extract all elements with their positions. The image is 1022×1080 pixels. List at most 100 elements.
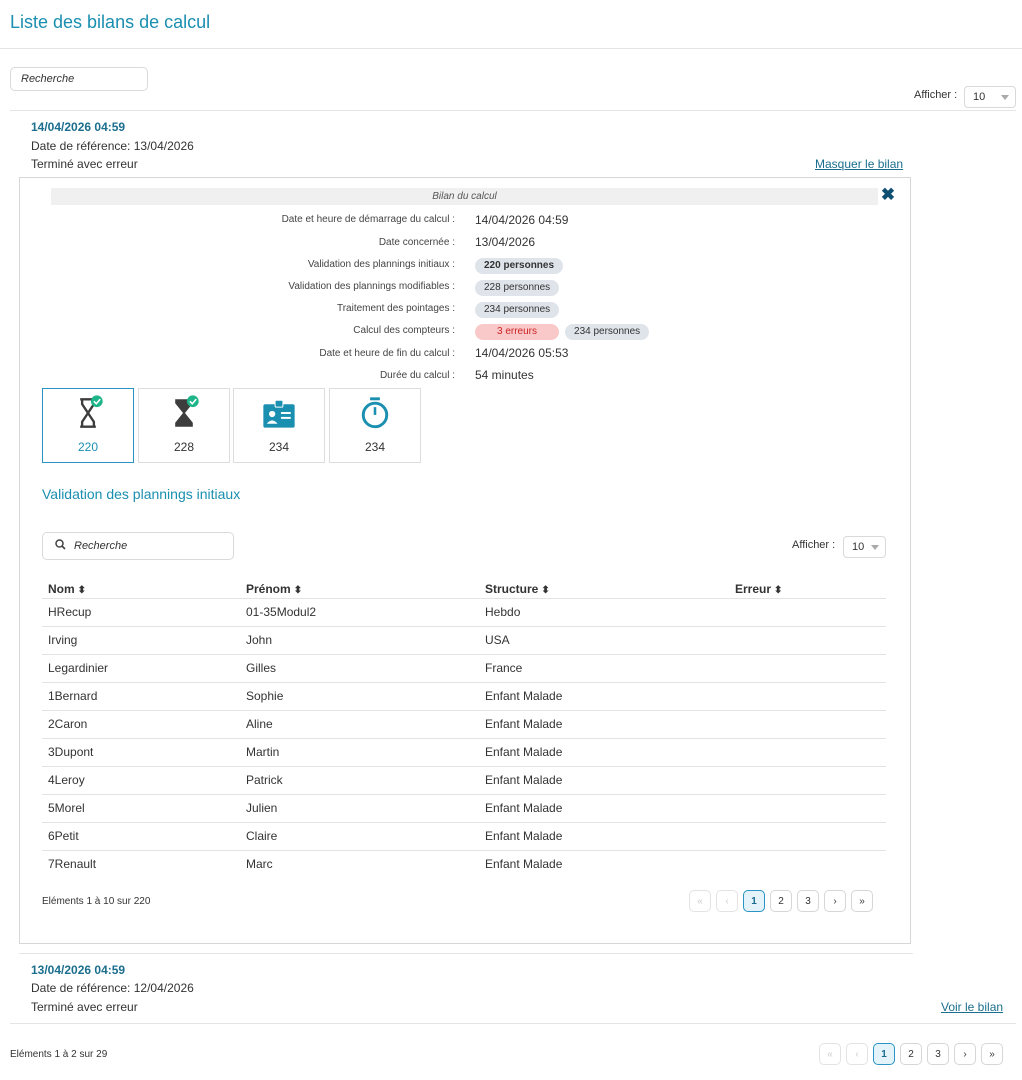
pagination-button[interactable]: « — [819, 1043, 841, 1065]
table-pagination: «‹ 1 2 3 ›» — [689, 890, 873, 912]
sort-icon: ⬍ — [293, 585, 303, 596]
list-divider — [10, 110, 1016, 111]
table-row[interactable]: 4Leroy Patrick Enfant Malade — [42, 766, 886, 794]
table-cell: Legardinier — [48, 661, 109, 675]
bilan-datetime[interactable]: 13/04/2026 04:59 — [31, 963, 125, 977]
table-cell: John — [246, 633, 273, 647]
table-cell: Irving — [48, 633, 78, 647]
list-pagination: «‹ 1 2 3 ›» — [819, 1043, 1003, 1065]
table-cell: 2Caron — [48, 717, 88, 731]
summary-value: 14/04/2026 04:59 — [475, 213, 569, 227]
table-page-size-label: Afficher : — [792, 539, 836, 551]
pagination-button[interactable]: 1 — [873, 1043, 895, 1065]
sort-icon: ⬍ — [77, 585, 87, 596]
count-badge: 220 personnes — [475, 258, 564, 274]
table-search-input[interactable]: Recherche — [42, 532, 234, 560]
chevron-down-icon — [1001, 95, 1009, 100]
error-badge[interactable]: 3 erreurs — [475, 324, 560, 340]
table-cell: Martin — [246, 745, 280, 759]
pagination-button[interactable]: › — [824, 890, 846, 912]
show-bilan-link[interactable]: Voir le bilan — [941, 1000, 1003, 1014]
tile-plannings-modifiables[interactable]: 228 — [138, 388, 230, 463]
summary-label: Durée du calcul : — [379, 370, 455, 381]
bilan-reference-date: Date de référence: 13/04/2026 — [31, 139, 194, 153]
table-row[interactable]: 5Morel Julien Enfant Malade — [42, 794, 886, 822]
table-cell: 4Leroy — [48, 773, 85, 787]
table-cell: Enfant Malade — [485, 745, 563, 759]
table-row[interactable]: HRecup 01-35Modul2 Hebdo — [42, 598, 886, 626]
table-cell: 6Petit — [48, 829, 79, 843]
table-cell: Enfant Malade — [485, 829, 563, 843]
table-cell: Enfant Malade — [485, 689, 563, 703]
page-title: Liste des bilans de calcul — [10, 12, 211, 32]
table-cell: Julien — [246, 801, 278, 815]
search-input[interactable]: Recherche — [10, 67, 148, 91]
table-row[interactable]: 3Dupont Martin Enfant Malade — [42, 738, 886, 766]
table-row[interactable]: Irving John USA — [42, 626, 886, 654]
summary-value: 54 minutes — [475, 368, 534, 382]
list-divider — [10, 1023, 1016, 1024]
table-cell: USA — [485, 633, 510, 647]
pagination-button[interactable]: 1 — [743, 890, 765, 912]
column-header-nom[interactable]: Nom ⬍ — [48, 582, 86, 596]
pagination-button[interactable]: » — [981, 1043, 1003, 1065]
table-cell: Enfant Malade — [485, 857, 563, 871]
table-cell: 7Renault — [48, 857, 97, 871]
table-row[interactable]: 1Bernard Sophie Enfant Malade — [42, 682, 886, 710]
search-placeholder: Recherche — [74, 540, 128, 552]
pagination-button[interactable]: 3 — [927, 1043, 949, 1065]
close-icon[interactable]: ✖ — [879, 186, 897, 204]
tile-count: 220 — [77, 440, 99, 454]
table-cell: Patrick — [246, 773, 283, 787]
count-badge: 234 personnes — [565, 324, 650, 340]
summary-value: 3 erreurs 234 personnes — [475, 323, 655, 340]
pagination-button[interactable]: ‹ — [716, 890, 738, 912]
pagination-button[interactable]: 2 — [900, 1043, 922, 1065]
summary-label: Date et heure de démarrage du calcul : — [281, 214, 455, 225]
summary-label: Date concernée : — [378, 237, 455, 248]
pagination-button[interactable]: 2 — [770, 890, 792, 912]
tile-plannings-initiaux[interactable]: 220 — [42, 388, 134, 463]
section-title: Validation des plannings initiaux — [42, 486, 241, 502]
summary-value: 234 personnes — [475, 301, 565, 318]
bilan-datetime[interactable]: 14/04/2026 04:59 — [31, 120, 125, 134]
tile-count: 228 — [173, 440, 195, 454]
hourglass-outline-check-icon — [80, 395, 103, 428]
table-page-size-select[interactable]: 10 — [843, 536, 886, 558]
search-icon — [55, 539, 66, 553]
table-row[interactable]: 6Petit Claire Enfant Malade — [42, 822, 886, 850]
column-header-erreur[interactable]: Erreur ⬍ — [735, 582, 782, 596]
summary-value: 228 personnes — [475, 279, 565, 296]
page-size-label: Afficher : — [914, 89, 958, 101]
table-row[interactable]: Legardinier Gilles France — [42, 654, 886, 682]
summary-label: Date et heure de fin du calcul : — [319, 348, 455, 359]
search-placeholder: Recherche — [21, 73, 75, 85]
column-header-structure[interactable]: Structure ⬍ — [485, 582, 550, 596]
page-size-value: 10 — [852, 541, 865, 553]
pagination-button[interactable]: 3 — [797, 890, 819, 912]
pagination-button[interactable]: « — [689, 890, 711, 912]
table-cell: Claire — [246, 829, 278, 843]
sort-icon: ⬍ — [774, 585, 783, 596]
tile-compteurs[interactable]: 234 — [329, 388, 421, 463]
sort-icon: ⬍ — [541, 585, 550, 596]
summary-value: 13/04/2026 — [475, 235, 536, 249]
pagination-button[interactable]: » — [851, 890, 873, 912]
table-row[interactable]: 2Caron Aline Enfant Malade — [42, 710, 886, 738]
table-row[interactable]: 7Renault Marc Enfant Malade — [42, 850, 886, 878]
column-header-prenom[interactable]: Prénom ⬍ — [246, 582, 302, 596]
summary-label: Validation des plannings initiaux : — [307, 259, 455, 270]
page-size-select[interactable]: 10 — [964, 86, 1016, 108]
stopwatch-icon — [361, 397, 389, 429]
summary-value: 14/04/2026 05:53 — [475, 346, 569, 360]
pagination-button[interactable]: › — [954, 1043, 976, 1065]
table-cell: Marc — [246, 857, 273, 871]
list-count-label: Eléments 1 à 2 sur 29 — [10, 1049, 108, 1060]
pagination-button[interactable]: ‹ — [846, 1043, 868, 1065]
count-badge: 228 personnes — [475, 280, 560, 296]
table-cell: Enfant Malade — [485, 717, 563, 731]
hide-bilan-link[interactable]: Masquer le bilan — [815, 157, 903, 171]
table-cell: 01-35Modul2 — [246, 605, 317, 619]
table-cell: Enfant Malade — [485, 801, 563, 815]
tile-pointages[interactable]: 234 — [233, 388, 325, 463]
